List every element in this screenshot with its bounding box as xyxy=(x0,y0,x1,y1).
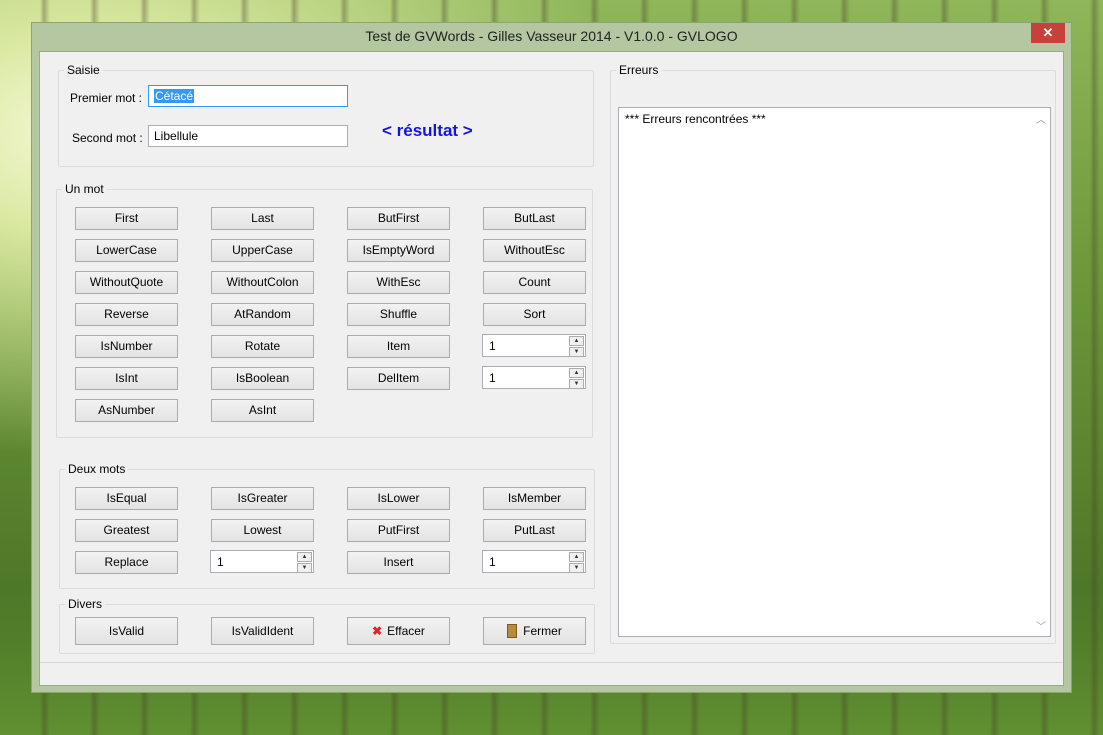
app-window: Test de GVWords - Gilles Vasseur 2014 - … xyxy=(31,22,1072,693)
isvalid-button[interactable]: IsValid xyxy=(75,617,178,645)
status-bar xyxy=(40,662,1063,685)
spin-up-icon[interactable]: ▲ xyxy=(569,336,584,346)
spin-down-icon[interactable]: ▼ xyxy=(569,563,584,573)
replace-button[interactable]: Replace xyxy=(75,551,178,574)
insert-spinner[interactable]: 1 ▲ ▼ xyxy=(482,550,586,573)
delitem-spinner-value: 1 xyxy=(489,371,496,385)
first-button[interactable]: First xyxy=(75,207,178,230)
rotate-button[interactable]: Rotate xyxy=(211,335,314,358)
spin-up-icon[interactable]: ▲ xyxy=(297,552,312,562)
asint-button[interactable]: AsInt xyxy=(211,399,314,422)
fermer-button[interactable]: Fermer xyxy=(483,617,586,645)
withoutcolon-button[interactable]: WithoutColon xyxy=(211,271,314,294)
deux-mots-legend: Deux mots xyxy=(68,462,126,476)
item-spinner-value: 1 xyxy=(489,339,496,353)
errors-scrollbar[interactable]: ︿ ﹀ xyxy=(1033,108,1050,636)
isvalidident-button[interactable]: IsValidIdent xyxy=(211,617,314,645)
client-area: Saisie Premier mot : Cétacé Second mot :… xyxy=(39,51,1064,686)
withoutesc-button[interactable]: WithoutEsc xyxy=(483,239,586,262)
replace-spinner[interactable]: 1 ▲ ▼ xyxy=(210,550,314,573)
delete-x-icon: ✖ xyxy=(372,624,383,638)
isgreater-button[interactable]: IsGreater xyxy=(211,487,314,510)
withoutquote-button[interactable]: WithoutQuote xyxy=(75,271,178,294)
spin-down-icon[interactable]: ▼ xyxy=(569,347,584,357)
putfirst-button[interactable]: PutFirst xyxy=(347,519,450,542)
spin-up-icon[interactable]: ▲ xyxy=(569,552,584,562)
sort-button[interactable]: Sort xyxy=(483,303,586,326)
fermer-label: Fermer xyxy=(523,624,562,638)
first-word-input[interactable]: Cétacé xyxy=(148,85,348,107)
greatest-button[interactable]: Greatest xyxy=(75,519,178,542)
divers-legend: Divers xyxy=(68,597,103,611)
saisie-group: Saisie xyxy=(58,63,594,167)
shuffle-button[interactable]: Shuffle xyxy=(347,303,450,326)
first-word-value: Cétacé xyxy=(154,89,195,103)
islower-button[interactable]: IsLower xyxy=(347,487,450,510)
second-word-input[interactable]: Libellule xyxy=(148,125,348,147)
uppercase-button[interactable]: UpperCase xyxy=(211,239,314,262)
window-title: Test de GVWords - Gilles Vasseur 2014 - … xyxy=(365,28,738,44)
insert-spinner-value: 1 xyxy=(489,555,496,569)
spin-down-icon[interactable]: ▼ xyxy=(297,563,312,573)
errors-text: *** Erreurs rencontrées *** xyxy=(625,112,766,126)
atrandom-button[interactable]: AtRandom xyxy=(211,303,314,326)
result-label: < résultat > xyxy=(382,121,473,140)
erreurs-legend: Erreurs xyxy=(619,63,659,77)
spin-down-icon[interactable]: ▼ xyxy=(569,379,584,389)
isequal-button[interactable]: IsEqual xyxy=(75,487,178,510)
scroll-down-icon[interactable]: ﹀ xyxy=(1036,618,1046,633)
asnumber-button[interactable]: AsNumber xyxy=(75,399,178,422)
isemptyword-button[interactable]: IsEmptyWord xyxy=(347,239,450,262)
door-icon xyxy=(507,624,518,638)
title-bar[interactable]: Test de GVWords - Gilles Vasseur 2014 - … xyxy=(32,23,1071,51)
effacer-button[interactable]: ✖ Effacer xyxy=(347,617,450,645)
butfirst-button[interactable]: ButFirst xyxy=(347,207,450,230)
butlast-button[interactable]: ButLast xyxy=(483,207,586,230)
un-mot-legend: Un mot xyxy=(65,182,104,196)
putlast-button[interactable]: PutLast xyxy=(483,519,586,542)
withesc-button[interactable]: WithEsc xyxy=(347,271,450,294)
isnumber-button[interactable]: IsNumber xyxy=(75,335,178,358)
lowercase-button[interactable]: LowerCase xyxy=(75,239,178,262)
saisie-legend: Saisie xyxy=(67,63,100,77)
first-word-label: Premier mot : xyxy=(70,91,143,105)
ismember-button[interactable]: IsMember xyxy=(483,487,586,510)
count-button[interactable]: Count xyxy=(483,271,586,294)
lowest-button[interactable]: Lowest xyxy=(211,519,314,542)
errors-textarea[interactable]: *** Erreurs rencontrées *** ︿ ﹀ xyxy=(618,107,1051,637)
isboolean-button[interactable]: IsBoolean xyxy=(211,367,314,390)
isint-button[interactable]: IsInt xyxy=(75,367,178,390)
item-spinner[interactable]: 1 ▲ ▼ xyxy=(482,334,586,357)
reverse-button[interactable]: Reverse xyxy=(75,303,178,326)
second-word-label: Second mot : xyxy=(72,131,143,145)
delitem-button[interactable]: DelItem xyxy=(347,367,450,390)
last-button[interactable]: Last xyxy=(211,207,314,230)
delitem-spinner[interactable]: 1 ▲ ▼ xyxy=(482,366,586,389)
scroll-up-icon[interactable]: ︿ xyxy=(1036,111,1046,126)
effacer-label: Effacer xyxy=(387,624,425,638)
replace-spinner-value: 1 xyxy=(217,555,224,569)
item-button[interactable]: Item xyxy=(347,335,450,358)
close-button[interactable]: ✕ xyxy=(1031,23,1065,43)
insert-button[interactable]: Insert xyxy=(347,551,450,574)
spin-up-icon[interactable]: ▲ xyxy=(569,368,584,378)
